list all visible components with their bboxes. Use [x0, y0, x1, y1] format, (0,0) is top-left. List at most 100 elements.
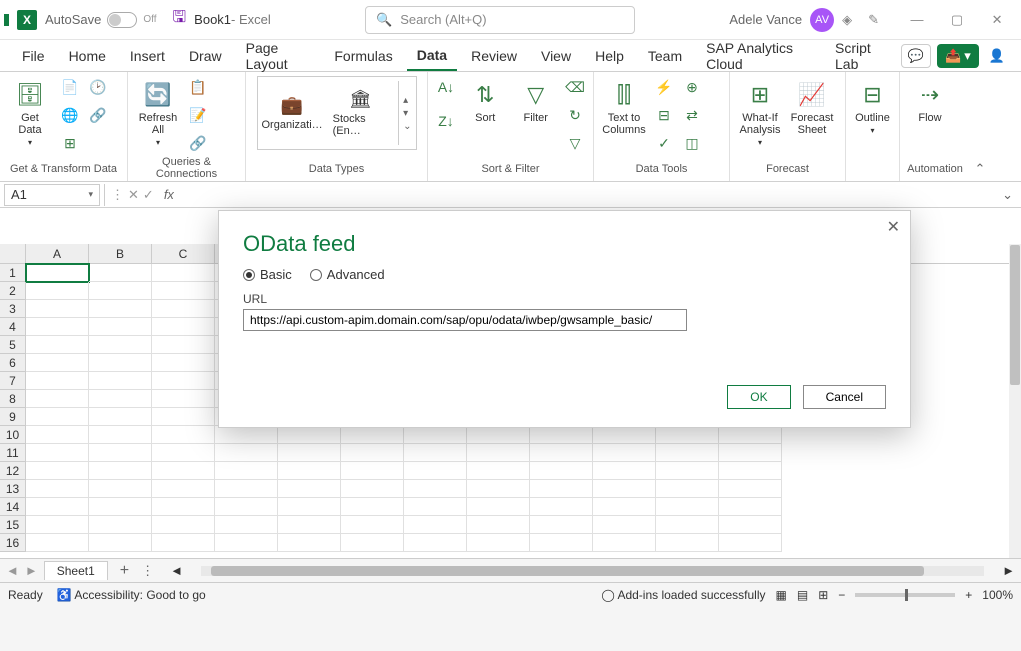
from-text-csv-icon[interactable]: 📄: [58, 76, 82, 98]
autosave-toggle[interactable]: AutoSave Off: [45, 12, 157, 28]
cell[interactable]: [26, 390, 89, 408]
tab-home[interactable]: Home: [59, 42, 116, 70]
cell[interactable]: [152, 444, 215, 462]
cell[interactable]: [215, 534, 278, 552]
cell[interactable]: [278, 516, 341, 534]
cell[interactable]: [593, 534, 656, 552]
share-button[interactable]: 📤▾: [937, 44, 979, 68]
diamond-icon[interactable]: ◈: [834, 12, 860, 28]
properties-icon[interactable]: 📝: [186, 104, 210, 126]
flow-button[interactable]: ⇢ Flow: [906, 76, 954, 128]
save-icon[interactable]: 🖫: [173, 6, 187, 33]
consolidate-icon[interactable]: ⊕: [680, 76, 704, 98]
scroll-right-icon[interactable]: ►: [1002, 563, 1015, 578]
zoom-out-icon[interactable]: −: [838, 588, 845, 602]
pen-icon[interactable]: ✎: [860, 12, 887, 28]
cell[interactable]: [26, 462, 89, 480]
cell[interactable]: [89, 282, 152, 300]
page-layout-view-icon[interactable]: ▤: [797, 588, 808, 602]
cancel-icon[interactable]: ✕: [128, 187, 139, 203]
cell[interactable]: [593, 462, 656, 480]
cell[interactable]: [530, 480, 593, 498]
cell[interactable]: [656, 498, 719, 516]
tab-options-icon[interactable]: ⋮: [141, 563, 154, 579]
url-input[interactable]: [243, 309, 687, 331]
cell[interactable]: [278, 534, 341, 552]
dialog-close-button[interactable]: ✕: [887, 217, 900, 237]
queries-icon[interactable]: 📋: [186, 76, 210, 98]
scroll-down-icon[interactable]: ▾: [403, 108, 411, 119]
cell[interactable]: [719, 462, 782, 480]
cell[interactable]: [152, 354, 215, 372]
sort-button[interactable]: ⇅ Sort: [462, 76, 509, 128]
cell[interactable]: [656, 516, 719, 534]
row-header[interactable]: 8: [0, 390, 26, 408]
cell[interactable]: [89, 534, 152, 552]
cell[interactable]: [593, 426, 656, 444]
cell[interactable]: [89, 426, 152, 444]
cell[interactable]: [278, 480, 341, 498]
filter-button[interactable]: ▽ Filter: [513, 76, 560, 128]
cell[interactable]: [530, 534, 593, 552]
ok-button[interactable]: OK: [727, 385, 790, 409]
cell[interactable]: [404, 516, 467, 534]
cell[interactable]: [593, 480, 656, 498]
document-name[interactable]: Book1: [194, 12, 231, 27]
user-account[interactable]: Adele Vance AV: [729, 8, 834, 32]
flash-fill-icon[interactable]: ⚡: [652, 76, 676, 98]
cell[interactable]: [26, 498, 89, 516]
cell[interactable]: [89, 318, 152, 336]
minimize-button[interactable]: —: [897, 6, 937, 34]
tab-script-lab[interactable]: Script Lab: [825, 34, 897, 78]
tab-help[interactable]: Help: [585, 42, 634, 70]
cell[interactable]: [89, 444, 152, 462]
cell[interactable]: [341, 462, 404, 480]
cell[interactable]: [656, 534, 719, 552]
chevron-down-icon[interactable]: ▾: [88, 189, 93, 200]
cell[interactable]: [26, 264, 89, 282]
cell[interactable]: [215, 498, 278, 516]
cell[interactable]: [341, 426, 404, 444]
reapply-icon[interactable]: ↻: [563, 104, 587, 126]
remove-duplicates-icon[interactable]: ⊟: [652, 104, 676, 126]
cell[interactable]: [530, 498, 593, 516]
search-box[interactable]: 🔍 Search (Alt+Q): [365, 6, 635, 34]
cell[interactable]: [530, 444, 593, 462]
cell[interactable]: [404, 480, 467, 498]
cell[interactable]: [89, 480, 152, 498]
cell[interactable]: [26, 372, 89, 390]
refresh-all-button[interactable]: 🔄 Refresh All ▾: [134, 76, 182, 151]
row-header[interactable]: 5: [0, 336, 26, 354]
edit-links-icon[interactable]: 🔗: [186, 132, 210, 154]
whatif-button[interactable]: ⊞ What-If Analysis ▾: [736, 76, 784, 151]
stocks-type[interactable]: 🏛 Stocks (En…: [333, 89, 388, 137]
cancel-button[interactable]: Cancel: [803, 385, 886, 409]
cell[interactable]: [152, 462, 215, 480]
row-header[interactable]: 10: [0, 426, 26, 444]
cell[interactable]: [89, 462, 152, 480]
more-icon[interactable]: ⋮: [111, 187, 124, 203]
cell[interactable]: [89, 300, 152, 318]
cell[interactable]: [719, 516, 782, 534]
cell[interactable]: [152, 516, 215, 534]
from-web-icon[interactable]: 🌐: [58, 104, 82, 126]
text-to-columns-button[interactable]: ⫿⫿ Text to Columns: [600, 76, 648, 140]
row-header[interactable]: 7: [0, 372, 26, 390]
cell[interactable]: [719, 444, 782, 462]
cell[interactable]: [152, 426, 215, 444]
cell[interactable]: [152, 336, 215, 354]
cell[interactable]: [26, 480, 89, 498]
row-header[interactable]: 1: [0, 264, 26, 282]
nav-next-icon[interactable]: ►: [25, 563, 38, 578]
sort-za-icon[interactable]: Z↓: [434, 110, 458, 132]
name-box[interactable]: A1 ▾: [4, 184, 100, 206]
cell[interactable]: [278, 498, 341, 516]
tab-formulas[interactable]: Formulas: [324, 42, 402, 70]
row-header[interactable]: 12: [0, 462, 26, 480]
cell[interactable]: [467, 498, 530, 516]
radio-advanced[interactable]: Advanced: [310, 267, 385, 282]
cell[interactable]: [215, 426, 278, 444]
sort-az-icon[interactable]: A↓: [434, 76, 458, 98]
organization-type[interactable]: 💼 Organizati…: [262, 95, 323, 131]
cell[interactable]: [215, 480, 278, 498]
